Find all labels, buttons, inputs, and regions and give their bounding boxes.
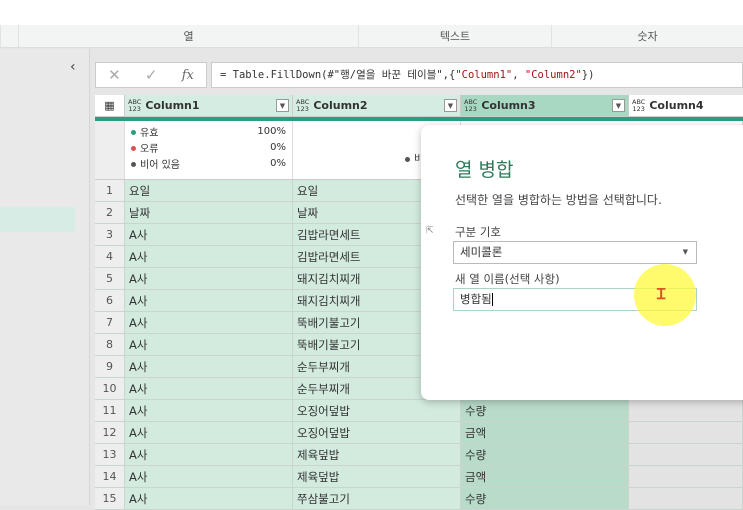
cell[interactable]: 오징어덮밥: [293, 422, 461, 443]
formula-bar: ✕ ✓ fx = Table.FillDown(#"행/열을 바꾼 테이블",{…: [95, 62, 743, 88]
cell[interactable]: A사: [125, 312, 293, 333]
table-row: 11 A사 오징어덮밥 수량: [95, 400, 743, 422]
type-any-icon: ABC 123: [128, 97, 142, 113]
row-number[interactable]: 7: [95, 312, 125, 333]
table-row: 14 A사 제육덮밥 금액: [95, 466, 743, 488]
cell[interactable]: [629, 488, 743, 509]
fx-icon[interactable]: fx: [182, 68, 194, 83]
ribbon-group-number: 숫자: [551, 25, 743, 47]
error-dot-icon: [131, 146, 136, 151]
cell[interactable]: A사: [125, 488, 293, 509]
cell[interactable]: A사: [125, 422, 293, 443]
cell[interactable]: 오징어덮밥: [293, 400, 461, 421]
row-number[interactable]: 11: [95, 400, 125, 421]
dialog-description: 선택한 열을 병합하는 방법을 선택합니다.: [455, 193, 662, 207]
row-number[interactable]: 2: [95, 202, 125, 223]
cell[interactable]: A사: [125, 290, 293, 311]
type-any-icon: ABC 123: [296, 97, 310, 113]
row-number[interactable]: 5: [95, 268, 125, 289]
separator-label: 구분 기호: [455, 225, 501, 239]
cell[interactable]: 요일: [125, 180, 293, 201]
ribbon-group-labels: 열 텍스트 숫자: [0, 25, 743, 48]
cell[interactable]: A사: [125, 224, 293, 245]
cell[interactable]: 수량: [461, 400, 629, 421]
cell[interactable]: 금액: [461, 422, 629, 443]
confirm-formula-icon[interactable]: ✓: [145, 66, 158, 84]
ribbon-group-column: 열: [18, 25, 358, 47]
cell[interactable]: A사: [125, 400, 293, 421]
text-cursor-icon: Ɪ: [657, 285, 666, 303]
cell[interactable]: [629, 444, 743, 465]
cell[interactable]: A사: [125, 466, 293, 487]
cell[interactable]: [629, 422, 743, 443]
row-number[interactable]: 9: [95, 356, 125, 377]
row-number[interactable]: 4: [95, 246, 125, 267]
column-header-3[interactable]: ABC 123 Column3 ▼: [461, 95, 629, 116]
ribbon-group-text: 텍스트: [358, 25, 551, 47]
cancel-formula-icon[interactable]: ✕: [108, 66, 121, 84]
cell[interactable]: A사: [125, 356, 293, 377]
new-column-name-label: 새 열 이름(선택 사항): [455, 272, 560, 286]
dialog-title: 열 병합: [455, 159, 514, 181]
row-number[interactable]: 1: [95, 180, 125, 201]
row-number[interactable]: 15: [95, 488, 125, 509]
cell[interactable]: 제육덮밥: [293, 466, 461, 487]
merge-columns-dialog: 열 병합 선택한 열을 병합하는 방법을 선택합니다. 구분 기호 세미콜론 ▼ …: [421, 125, 743, 400]
row-number[interactable]: 10: [95, 378, 125, 399]
cell[interactable]: [629, 466, 743, 487]
cell[interactable]: A사: [125, 268, 293, 289]
column-header-1[interactable]: ABC 123 Column1 ▼: [125, 95, 293, 116]
row-number[interactable]: 8: [95, 334, 125, 355]
filter-dropdown-icon[interactable]: ▼: [276, 99, 289, 112]
column-header-2[interactable]: ABC 123 Column2 ▼: [293, 95, 461, 116]
filter-dropdown-icon[interactable]: ▼: [444, 99, 457, 112]
empty-dot-icon: [405, 156, 411, 162]
type-any-icon: ABC 123: [632, 97, 646, 113]
title-area: [0, 0, 743, 25]
row-number[interactable]: 12: [95, 422, 125, 443]
mouse-pointer-icon: ⇱: [426, 226, 434, 236]
type-any-icon: ABC 123: [464, 97, 478, 113]
column-header-4[interactable]: ABC 123 Column4: [629, 95, 743, 116]
cell[interactable]: A사: [125, 334, 293, 355]
separator-select[interactable]: 세미콜론 ▼: [453, 241, 697, 264]
row-number[interactable]: 6: [95, 290, 125, 311]
row-number[interactable]: 13: [95, 444, 125, 465]
collapse-pane-chevron-icon[interactable]: ‹: [70, 59, 76, 75]
selected-query[interactable]: [0, 207, 75, 232]
formula-input[interactable]: = Table.FillDown(#"행/열을 바꾼 테이블",{"Column…: [211, 62, 743, 88]
table-row: 15 A사 쭈삼불고기 수량: [95, 488, 743, 510]
cell[interactable]: 날짜: [125, 202, 293, 223]
cell[interactable]: A사: [125, 378, 293, 399]
cell[interactable]: A사: [125, 444, 293, 465]
row-number[interactable]: 14: [95, 466, 125, 487]
table-row: 13 A사 제육덮밥 수량: [95, 444, 743, 466]
chevron-down-icon: ▼: [682, 248, 688, 256]
cell[interactable]: 수량: [461, 488, 629, 509]
cell[interactable]: [629, 400, 743, 421]
queries-pane: ‹: [0, 49, 90, 505]
cell[interactable]: 수량: [461, 444, 629, 465]
cell[interactable]: 금액: [461, 466, 629, 487]
table-row: 12 A사 오징어덮밥 금액: [95, 422, 743, 444]
empty-dot-icon: [131, 162, 136, 167]
filter-dropdown-icon[interactable]: ▼: [612, 99, 625, 112]
valid-dot-icon: [131, 130, 136, 135]
cell[interactable]: 쭈삼불고기: [293, 488, 461, 509]
table-menu-icon[interactable]: ▦: [95, 95, 125, 116]
cell[interactable]: 제육덮밥: [293, 444, 461, 465]
cell[interactable]: A사: [125, 246, 293, 267]
row-number[interactable]: 3: [95, 224, 125, 245]
